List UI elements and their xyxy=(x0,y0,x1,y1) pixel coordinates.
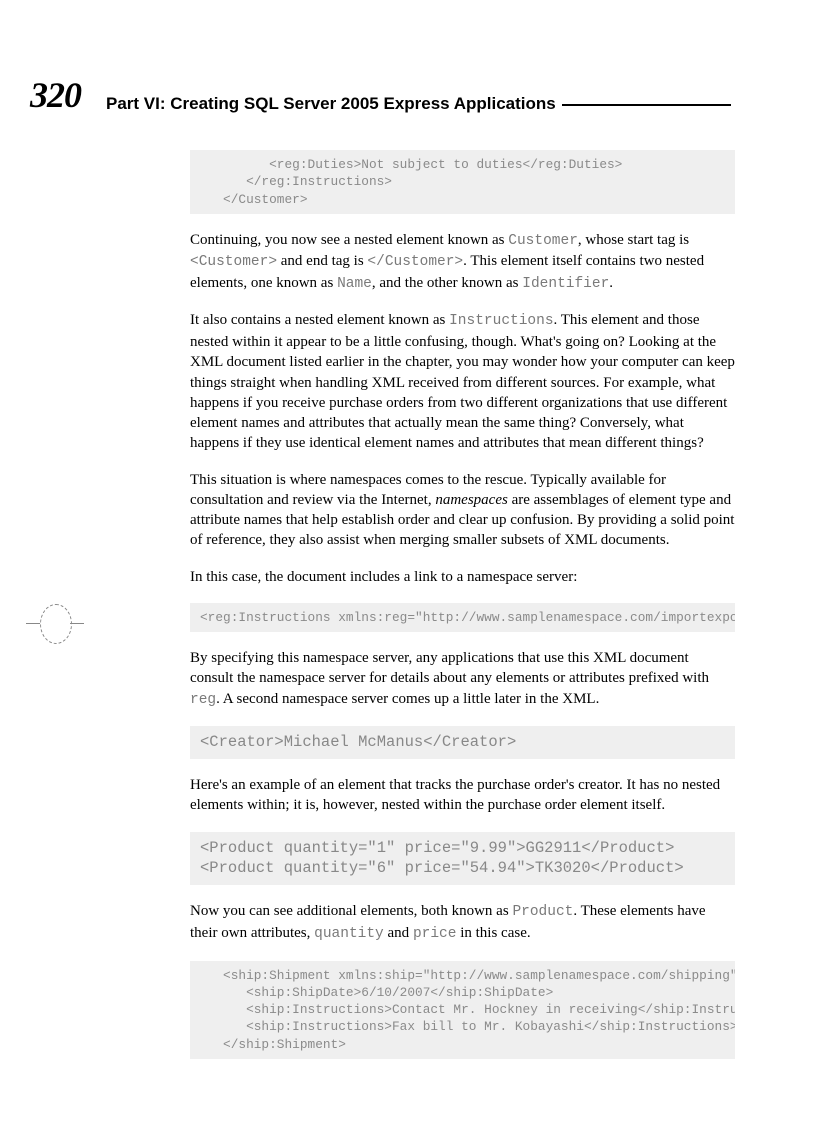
text: It also contains a nested element known … xyxy=(190,312,449,328)
inline-code: Name xyxy=(337,276,372,292)
code-block-namespace: <reg:Instructions xmlns:reg="http://www.… xyxy=(190,603,735,632)
code-block-shipment: <ship:Shipment xmlns:ship="http://www.sa… xyxy=(190,961,735,1059)
code-block-creator: <Creator>Michael McManus</Creator> xyxy=(190,726,735,759)
inline-code: Identifier xyxy=(522,276,609,292)
body-content: <reg:Duties>Not subject to duties</reg:D… xyxy=(190,150,735,1075)
page-header: Part VI: Creating SQL Server 2005 Expres… xyxy=(106,94,731,114)
text: By specifying this namespace server, any… xyxy=(190,650,709,686)
page-number: 320 xyxy=(30,74,81,116)
italic-text: namespaces xyxy=(435,492,507,508)
paragraph: Continuing, you now see a nested element… xyxy=(190,230,735,295)
paragraph: It also contains a nested element known … xyxy=(190,310,735,453)
technical-stuff-icon xyxy=(26,596,80,650)
paragraph: This situation is where namespaces comes… xyxy=(190,470,735,551)
paragraph: By specifying this namespace server, any… xyxy=(190,648,735,710)
inline-code: quantity xyxy=(314,926,384,942)
text: Now you can see additional elements, bot… xyxy=(190,903,512,919)
paragraph: Now you can see additional elements, bot… xyxy=(190,901,735,944)
header-text: Part VI: Creating SQL Server 2005 Expres… xyxy=(106,94,562,114)
text: Continuing, you now see a nested element… xyxy=(190,232,508,248)
inline-code: </Customer> xyxy=(367,254,463,270)
text: , whose start tag is xyxy=(578,232,689,248)
header-rule xyxy=(562,104,731,106)
inline-code: Product xyxy=(512,904,573,920)
code-block-customer-close: <reg:Duties>Not subject to duties</reg:D… xyxy=(190,150,735,214)
text: . xyxy=(609,275,613,291)
inline-code: Customer xyxy=(508,233,578,249)
inline-code: reg xyxy=(190,692,216,708)
code-block-products: <Product quantity="1" price="9.99">GG291… xyxy=(190,832,735,886)
inline-code: Instructions xyxy=(449,313,553,329)
text: and end tag is xyxy=(277,253,367,269)
text: . This element and those nested within i… xyxy=(190,312,735,451)
inline-code: price xyxy=(413,926,457,942)
inline-code: <Customer> xyxy=(190,254,277,270)
text: , and the other known as xyxy=(372,275,522,291)
paragraph: In this case, the document includes a li… xyxy=(190,567,735,587)
paragraph: Here's an example of an element that tra… xyxy=(190,775,735,816)
text: . A second namespace server comes up a l… xyxy=(216,691,599,707)
text: and xyxy=(384,925,413,941)
text: in this case. xyxy=(456,925,530,941)
